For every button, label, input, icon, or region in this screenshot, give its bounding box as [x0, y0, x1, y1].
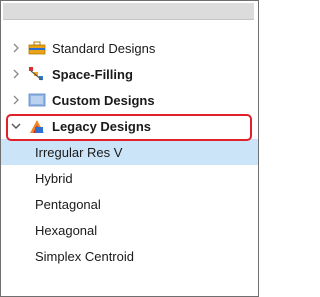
tree-item-label: Legacy Designs — [52, 118, 151, 134]
tree-item-standard-designs[interactable]: Standard Designs — [1, 35, 258, 61]
tree-item-label: Hexagonal — [35, 222, 98, 238]
design-tree-panel: Standard Designs Space-Filling Custom De… — [0, 0, 259, 297]
panel-header — [3, 3, 254, 20]
legacy-design-icon — [28, 118, 46, 134]
tree-item-label: Standard Designs — [52, 40, 156, 56]
custom-design-icon — [28, 92, 46, 108]
tree-item-label: Space-Filling — [52, 66, 133, 82]
tree-child-irregular-res-v[interactable]: Irregular Res V — [1, 139, 258, 165]
tree-item-label: Simplex Centroid — [35, 248, 134, 264]
tree-child-hybrid[interactable]: Hybrid — [1, 165, 258, 191]
tree-item-label: Irregular Res V — [35, 144, 123, 160]
chevron-right-icon[interactable] — [9, 95, 23, 105]
tree-item-legacy-designs[interactable]: Legacy Designs — [1, 113, 258, 139]
tree-child-hexagonal[interactable]: Hexagonal — [1, 217, 258, 243]
tree-item-label: Custom Designs — [52, 92, 155, 108]
chevron-right-icon[interactable] — [9, 43, 23, 53]
chevron-down-icon[interactable] — [9, 122, 23, 130]
toolbox-icon — [28, 40, 46, 56]
tree-item-label: Pentagonal — [35, 196, 101, 212]
tree-item-label: Hybrid — [35, 170, 73, 186]
tree-item-custom-designs[interactable]: Custom Designs — [1, 87, 258, 113]
tree-item-space-filling[interactable]: Space-Filling — [1, 61, 258, 87]
space-filling-icon — [28, 66, 46, 82]
chevron-right-icon[interactable] — [9, 69, 23, 79]
tree-child-pentagonal[interactable]: Pentagonal — [1, 191, 258, 217]
tree-child-simplex-centroid[interactable]: Simplex Centroid — [1, 243, 258, 269]
design-tree: Standard Designs Space-Filling Custom De… — [1, 35, 258, 269]
